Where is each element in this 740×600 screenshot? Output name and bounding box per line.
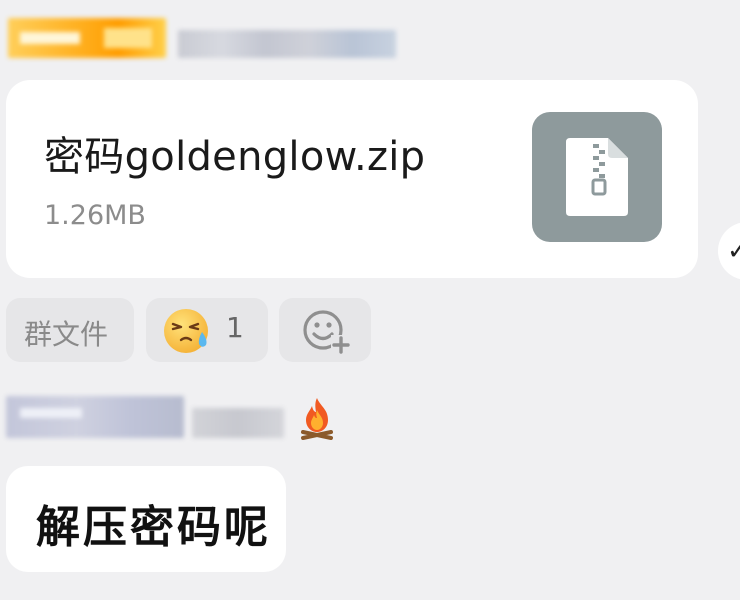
reaction-count: 1 bbox=[226, 311, 244, 344]
sender-name-blurred-2[interactable] bbox=[192, 408, 284, 438]
checkmark-icon: ✓ bbox=[727, 236, 740, 266]
group-file-label: 群文件 bbox=[24, 318, 109, 351]
add-emoji-icon bbox=[303, 310, 351, 354]
download-button[interactable]: ✓ bbox=[718, 222, 740, 280]
text-message-bubble[interactable]: 解压密码呢 bbox=[6, 466, 286, 572]
add-reaction-button[interactable] bbox=[279, 298, 371, 362]
file-message-card[interactable]: 密码goldenglow.zip 1.26MB bbox=[6, 80, 698, 278]
sender-name-blurred[interactable] bbox=[178, 30, 396, 58]
message-text: 解压密码呢 bbox=[36, 502, 271, 553]
reaction-chip[interactable]: 1 bbox=[146, 298, 268, 362]
file-name: 密码goldenglow.zip bbox=[44, 134, 426, 180]
group-file-chip[interactable]: 群文件 bbox=[6, 298, 134, 362]
sender-level-badge bbox=[8, 18, 166, 58]
fire-icon bbox=[301, 398, 333, 440]
zip-file-icon bbox=[532, 112, 662, 242]
file-size: 1.26MB bbox=[44, 200, 146, 231]
sender-level-badge-2 bbox=[6, 396, 184, 438]
sweating-face-icon bbox=[164, 309, 208, 353]
